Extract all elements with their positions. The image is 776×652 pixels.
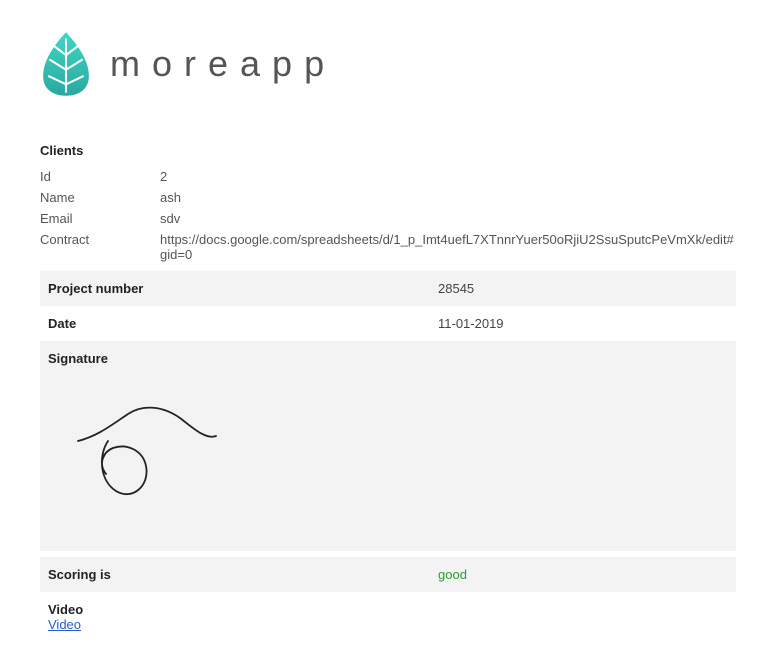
label-scoring: Scoring is <box>48 567 438 582</box>
row-date: Date 11-01-2019 <box>40 306 736 341</box>
row-email: Email sdv <box>40 208 736 229</box>
value-email: sdv <box>160 211 736 226</box>
value-name: ash <box>160 190 736 205</box>
signature-canvas <box>48 376 728 551</box>
page-container: moreapp Clients Id 2 Name ash Email sdv … <box>0 0 776 652</box>
row-project-number: Project number 28545 <box>40 271 736 306</box>
row-name: Name ash <box>40 187 736 208</box>
value-date: 11-01-2019 <box>438 316 728 331</box>
label-date: Date <box>48 316 438 331</box>
label-email: Email <box>40 211 160 226</box>
signature-drawing <box>68 396 228 516</box>
clients-title: Clients <box>40 143 736 158</box>
value-scoring: good <box>438 567 728 582</box>
label-signature: Signature <box>48 351 728 366</box>
video-link[interactable]: Video <box>48 617 81 632</box>
leaf-icon <box>40 30 92 98</box>
label-contract: Contract <box>40 232 160 262</box>
value-contract: https://docs.google.com/spreadsheets/d/1… <box>160 232 736 262</box>
brand-logo: moreapp <box>40 30 736 98</box>
brand-name: moreapp <box>110 43 336 85</box>
label-name: Name <box>40 190 160 205</box>
value-project-number: 28545 <box>438 281 728 296</box>
row-id: Id 2 <box>40 166 736 187</box>
label-video: Video <box>48 602 728 617</box>
clients-section: Clients Id 2 Name ash Email sdv Contract… <box>40 143 736 265</box>
label-project-number: Project number <box>48 281 438 296</box>
label-id: Id <box>40 169 160 184</box>
row-video: Video Video <box>40 592 736 652</box>
row-signature: Signature <box>40 341 736 551</box>
row-contract: Contract https://docs.google.com/spreads… <box>40 229 736 265</box>
value-id: 2 <box>160 169 736 184</box>
row-scoring: Scoring is good <box>40 557 736 592</box>
